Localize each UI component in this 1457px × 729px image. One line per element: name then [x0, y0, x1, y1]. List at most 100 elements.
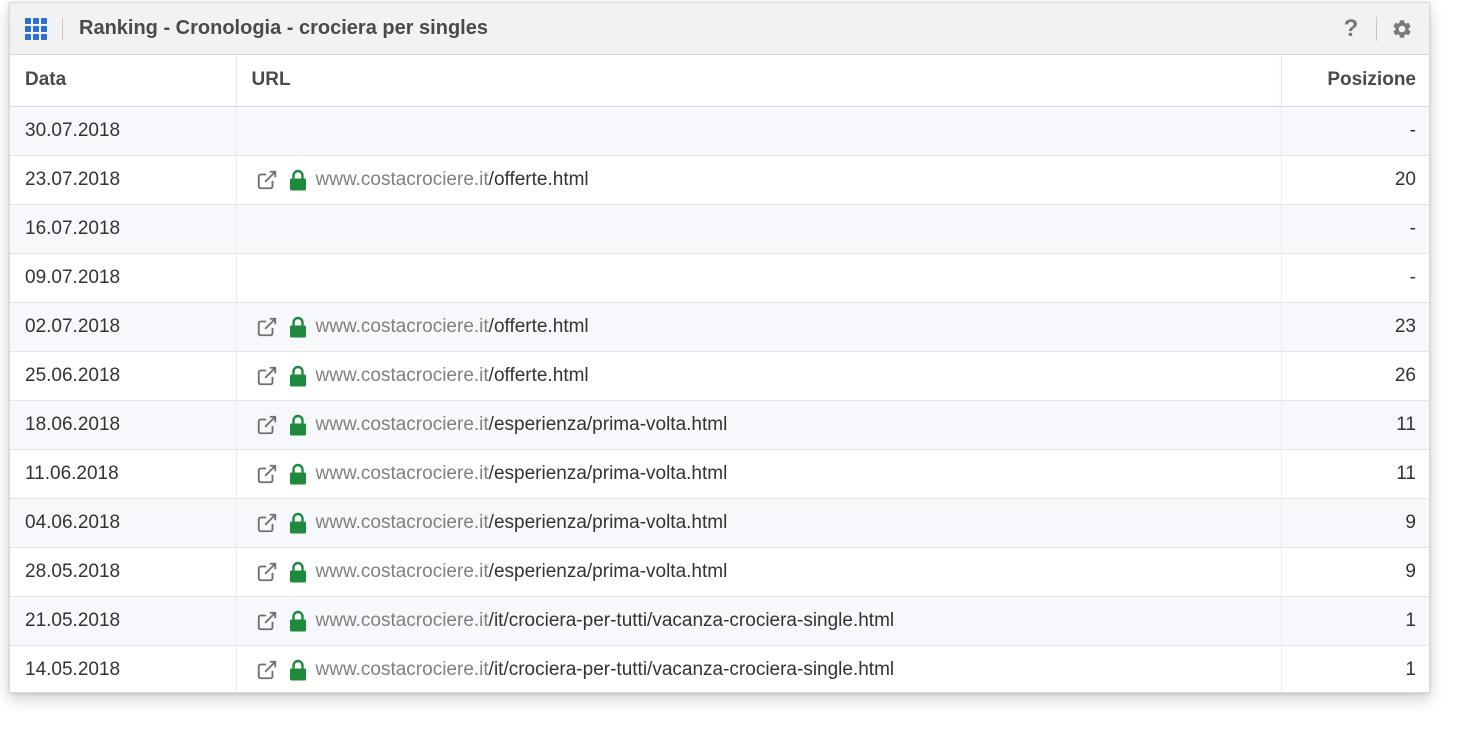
external-link-icon[interactable]: [256, 463, 278, 485]
external-link-icon[interactable]: [256, 512, 278, 534]
date-cell: 11.06.2018: [10, 449, 236, 499]
table-row: 23.07.2018 www.costacrociere.it/offerte.…: [10, 155, 1429, 205]
url-path: /offerte.html: [488, 315, 589, 337]
table-row: 28.05.2018 www.costacrociere.it/esperien…: [10, 547, 1429, 597]
url-path: /esperienza/prima-volta.html: [488, 560, 728, 582]
url-cell: www.costacrociere.it/it/crociera-per-tut…: [235, 645, 1281, 692]
position-cell: 20: [1280, 155, 1429, 205]
date-cell: 18.06.2018: [10, 400, 236, 450]
lock-icon: [289, 659, 306, 681]
header-divider: [62, 17, 63, 40]
url-cell: www.costacrociere.it/esperienza/prima-vo…: [235, 449, 1281, 499]
position-cell: 1: [1280, 645, 1429, 692]
lock-icon: [289, 610, 306, 631]
grid-menu-icon[interactable]: [25, 17, 47, 40]
url-content: www.costacrociere.it/esperienza/prima-vo…: [256, 414, 1266, 436]
url-link[interactable]: www.costacrociere.it/it/crociera-per-tut…: [316, 659, 895, 681]
url-content: www.costacrociere.it/esperienza/prima-vo…: [256, 463, 1266, 485]
position-cell: 26: [1280, 351, 1429, 401]
table-row: 14.05.2018 www.costacrociere.it/it/croci…: [10, 645, 1429, 692]
table-row: 09.07.2018 -: [10, 253, 1429, 303]
date-cell: 14.05.2018: [10, 645, 236, 692]
table-row: 02.07.2018 www.costacrociere.it/offerte.…: [10, 302, 1429, 352]
gear-icon[interactable]: [1391, 18, 1413, 40]
ranking-history-widget: Ranking - Cronologia - crociera per sing…: [9, 2, 1430, 693]
url-domain: www.costacrociere.it: [315, 364, 489, 386]
position-cell: 11: [1280, 449, 1429, 499]
position-cell: -: [1280, 106, 1429, 156]
table-header-row: Data URL Posizione: [10, 55, 1429, 107]
header-actions: ?: [1340, 3, 1429, 54]
url-cell: www.costacrociere.it/esperienza/prima-vo…: [235, 498, 1281, 548]
help-icon[interactable]: ?: [1340, 15, 1362, 43]
table-row: 04.06.2018 www.costacrociere.it/esperien…: [10, 498, 1429, 548]
date-cell: 21.05.2018: [10, 596, 236, 646]
url-path: /offerte.html: [488, 168, 589, 190]
url-content: www.costacrociere.it/it/crociera-per-tut…: [256, 659, 1266, 681]
url-domain: www.costacrociere.it: [315, 560, 489, 582]
url-path: /it/crociera-per-tutti/vacanza-crociera-…: [488, 658, 895, 680]
widget-header: Ranking - Cronologia - crociera per sing…: [10, 3, 1429, 55]
column-header-url[interactable]: URL: [235, 55, 1281, 107]
url-link[interactable]: www.costacrociere.it/it/crociera-per-tut…: [316, 610, 895, 632]
url-domain: www.costacrociere.it: [315, 413, 489, 435]
external-link-icon[interactable]: [256, 316, 278, 338]
table-row: 16.07.2018 -: [10, 204, 1429, 254]
url-content: www.costacrociere.it/it/crociera-per-tut…: [256, 610, 1266, 632]
url-domain: www.costacrociere.it: [315, 609, 489, 631]
external-link-icon[interactable]: [256, 365, 278, 387]
url-cell: www.costacrociere.it/it/crociera-per-tut…: [235, 596, 1281, 646]
date-cell: 30.07.2018: [10, 106, 236, 156]
external-link-icon[interactable]: [256, 610, 278, 632]
table-row: 30.07.2018 -: [10, 106, 1429, 156]
url-content: www.costacrociere.it/offerte.html: [256, 316, 1266, 338]
external-link-icon[interactable]: [256, 414, 278, 436]
date-cell: 04.06.2018: [10, 498, 236, 548]
date-cell: 28.05.2018: [10, 547, 236, 597]
external-link-icon[interactable]: [256, 659, 278, 681]
url-link[interactable]: www.costacrociere.it/esperienza/prima-vo…: [316, 463, 728, 485]
url-domain: www.costacrociere.it: [315, 511, 489, 533]
lock-icon: [289, 316, 306, 337]
url-link[interactable]: www.costacrociere.it/offerte.html: [316, 169, 589, 191]
date-cell: 23.07.2018: [10, 155, 236, 205]
url-cell: www.costacrociere.it/esperienza/prima-vo…: [235, 547, 1281, 597]
position-cell: 11: [1280, 400, 1429, 450]
url-link[interactable]: www.costacrociere.it/esperienza/prima-vo…: [316, 414, 728, 436]
url-path: /esperienza/prima-volta.html: [488, 511, 728, 533]
external-link-icon[interactable]: [256, 169, 278, 191]
column-header-data[interactable]: Data: [10, 55, 236, 107]
url-cell: www.costacrociere.it/offerte.html: [235, 155, 1281, 205]
url-link[interactable]: www.costacrociere.it/esperienza/prima-vo…: [316, 561, 728, 583]
url-link[interactable]: www.costacrociere.it/esperienza/prima-vo…: [316, 512, 728, 534]
date-cell: 02.07.2018: [10, 302, 236, 352]
lock-icon: [289, 365, 306, 386]
url-cell: [235, 204, 1281, 254]
url-link[interactable]: www.costacrociere.it/offerte.html: [316, 365, 589, 387]
position-cell: -: [1280, 253, 1429, 303]
position-cell: -: [1280, 204, 1429, 254]
url-content: www.costacrociere.it/offerte.html: [256, 169, 1266, 191]
ranking-table: Data URL Posizione 30.07.2018 - 23.07.20…: [10, 55, 1429, 692]
url-content: www.costacrociere.it/esperienza/prima-vo…: [256, 512, 1266, 534]
date-cell: 09.07.2018: [10, 253, 236, 303]
url-cell: www.costacrociere.it/offerte.html: [235, 351, 1281, 401]
url-domain: www.costacrociere.it: [315, 462, 489, 484]
url-domain: www.costacrociere.it: [315, 315, 489, 337]
url-path: /offerte.html: [488, 364, 589, 386]
table-row: 18.06.2018 www.costacrociere.it/esperien…: [10, 400, 1429, 450]
url-content: www.costacrociere.it/esperienza/prima-vo…: [256, 561, 1266, 583]
url-link[interactable]: www.costacrociere.it/offerte.html: [316, 316, 589, 338]
date-cell: 25.06.2018: [10, 351, 236, 401]
table-row: 11.06.2018 www.costacrociere.it/esperien…: [10, 449, 1429, 499]
date-cell: 16.07.2018: [10, 204, 236, 254]
url-cell: [235, 106, 1281, 156]
url-content: www.costacrociere.it/offerte.html: [256, 365, 1266, 387]
column-header-position[interactable]: Posizione: [1280, 55, 1429, 107]
url-path: /it/crociera-per-tutti/vacanza-crociera-…: [488, 609, 895, 631]
url-domain: www.costacrociere.it: [315, 658, 489, 680]
external-link-icon[interactable]: [256, 561, 278, 583]
widget-title: Ranking - Cronologia - crociera per sing…: [79, 17, 488, 39]
actions-divider: [1376, 16, 1377, 41]
url-path: /esperienza/prima-volta.html: [488, 413, 728, 435]
